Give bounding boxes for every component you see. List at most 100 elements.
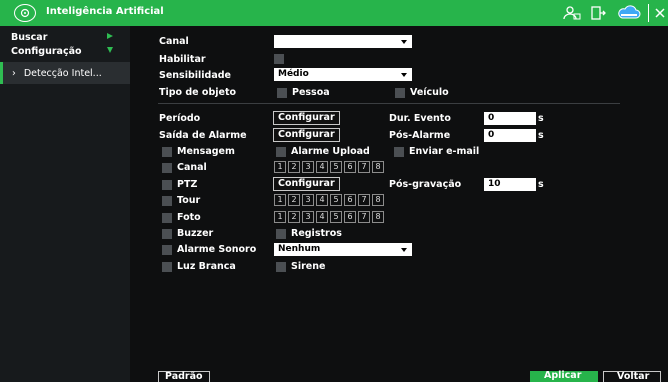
periodo-configurar-button[interactable]: Configurar — [273, 111, 340, 125]
canal-record-checkbox[interactable] — [162, 163, 172, 173]
alarme-sonoro-select[interactable]: Nenhum — [274, 243, 412, 256]
canal-select[interactable] — [274, 35, 412, 48]
divider — [648, 4, 649, 22]
alarme-sonoro-checkbox[interactable] — [162, 245, 172, 255]
chevron-down-icon — [401, 248, 407, 252]
channel-box[interactable]: 8 — [372, 161, 384, 173]
user-icon[interactable] — [563, 5, 581, 21]
ptz-label: PTZ — [177, 179, 198, 190]
habilitar-label: Habilitar — [159, 54, 206, 65]
channel-box[interactable]: 2 — [288, 194, 300, 206]
veiculo-checkbox[interactable] — [395, 88, 405, 98]
channel-box[interactable]: 5 — [330, 194, 342, 206]
pos-gravacao-input[interactable]: 10 — [484, 178, 536, 191]
chevron-right-icon: › — [12, 67, 16, 79]
canal-channel-set: 1 2 3 4 5 6 7 8 — [274, 161, 386, 173]
veiculo-label: Veículo — [410, 87, 449, 98]
channel-box[interactable]: 7 — [358, 161, 370, 173]
channel-box[interactable]: 1 — [274, 161, 286, 173]
sidebar-item-label: Detecção Intel... — [23, 67, 102, 79]
channel-box[interactable]: 2 — [288, 211, 300, 223]
foto-checkbox[interactable] — [162, 213, 172, 223]
pos-alarme-unit: s — [538, 130, 544, 141]
saida-alarme-label: Saída de Alarme — [159, 130, 247, 141]
channel-box[interactable]: 3 — [302, 161, 314, 173]
pos-gravacao-label: Pós-gravação — [389, 179, 462, 190]
pos-alarme-input[interactable]: 0 — [484, 129, 536, 142]
mensagem-label: Mensagem — [177, 146, 235, 157]
alarme-upload-checkbox[interactable] — [276, 147, 286, 157]
pos-gravacao-unit: s — [538, 179, 544, 190]
channel-box[interactable]: 3 — [302, 211, 314, 223]
pessoa-label: Pessoa — [292, 87, 330, 98]
channel-box[interactable]: 8 — [372, 194, 384, 206]
aplicar-button[interactable]: Aplicar — [530, 371, 598, 382]
channel-box[interactable]: 7 — [358, 211, 370, 223]
foto-label: Foto — [177, 212, 201, 223]
sensibilidade-select[interactable]: Médio — [274, 68, 412, 81]
channel-box[interactable]: 6 — [344, 211, 356, 223]
dur-evento-label: Dur. Evento — [389, 113, 451, 124]
channel-box[interactable]: 2 — [288, 161, 300, 173]
channel-box[interactable]: 5 — [330, 211, 342, 223]
channel-box[interactable]: 1 — [274, 194, 286, 206]
sensibilidade-value: Médio — [278, 69, 309, 79]
enviar-email-label: Enviar e-mail — [409, 146, 480, 157]
sirene-checkbox[interactable] — [276, 262, 286, 272]
title-bar: Inteligência Artificial — [0, 0, 668, 26]
channel-box[interactable]: 7 — [358, 194, 370, 206]
sirene-label: Sirene — [291, 261, 326, 272]
canal-record-label: Canal — [177, 162, 207, 173]
registros-label: Registros — [291, 228, 342, 239]
tipo-objeto-label: Tipo de objeto — [159, 87, 237, 98]
buzzer-checkbox[interactable] — [162, 229, 172, 239]
alarme-sonoro-value: Nenhum — [278, 244, 321, 254]
ai-logo-icon — [14, 4, 36, 22]
channel-box[interactable]: 8 — [372, 211, 384, 223]
tour-checkbox[interactable] — [162, 196, 172, 206]
canal-label: Canal — [159, 36, 189, 47]
pos-alarme-label: Pós-Alarme — [389, 130, 451, 141]
habilitar-checkbox[interactable] — [274, 54, 284, 64]
channel-box[interactable]: 5 — [330, 161, 342, 173]
sidebar-item-label: Configuração — [11, 45, 82, 57]
channel-box[interactable]: 1 — [274, 211, 286, 223]
buzzer-label: Buzzer — [177, 228, 214, 239]
foto-channel-set: 1 2 3 4 5 6 7 8 — [274, 211, 386, 223]
sidebar-item-deteccao[interactable]: › Detecção Intel... — [0, 62, 130, 84]
sidebar-item-configuracao[interactable]: Configuração — [0, 40, 130, 62]
dur-evento-unit: s — [538, 113, 544, 124]
chevron-down-icon — [401, 40, 407, 44]
section-divider — [158, 103, 620, 104]
ptz-configurar-button[interactable]: Configurar — [273, 177, 340, 191]
chevron-down-icon — [401, 73, 407, 77]
pessoa-checkbox[interactable] — [277, 88, 287, 98]
cloud-icon[interactable] — [617, 5, 641, 21]
logout-icon[interactable] — [590, 5, 606, 21]
close-icon[interactable] — [655, 5, 665, 21]
channel-box[interactable]: 3 — [302, 194, 314, 206]
dur-evento-input[interactable]: 0 — [484, 112, 536, 125]
chevron-down-icon — [106, 46, 114, 57]
alarme-upload-label: Alarme Upload — [291, 146, 370, 157]
periodo-label: Período — [159, 113, 201, 124]
registros-checkbox[interactable] — [276, 229, 286, 239]
luz-branca-label: Luz Branca — [177, 261, 236, 272]
mensagem-checkbox[interactable] — [162, 147, 172, 157]
voltar-button[interactable]: Voltar — [603, 371, 661, 382]
enviar-email-checkbox[interactable] — [394, 147, 404, 157]
channel-box[interactable]: 6 — [344, 161, 356, 173]
tour-label: Tour — [177, 195, 201, 206]
ptz-checkbox[interactable] — [162, 180, 172, 190]
channel-box[interactable]: 6 — [344, 194, 356, 206]
alarme-sonoro-label: Alarme Sonoro — [177, 244, 257, 255]
channel-box[interactable]: 4 — [316, 211, 328, 223]
tour-channel-set: 1 2 3 4 5 6 7 8 — [274, 194, 386, 206]
channel-box[interactable]: 4 — [316, 161, 328, 173]
sensibilidade-label: Sensibilidade — [159, 70, 231, 81]
saida-configurar-button[interactable]: Configurar — [273, 128, 340, 142]
padrao-button[interactable]: Padrão — [158, 371, 210, 382]
channel-box[interactable]: 4 — [316, 194, 328, 206]
luz-branca-checkbox[interactable] — [162, 262, 172, 272]
window-title: Inteligência Artificial — [46, 6, 164, 17]
